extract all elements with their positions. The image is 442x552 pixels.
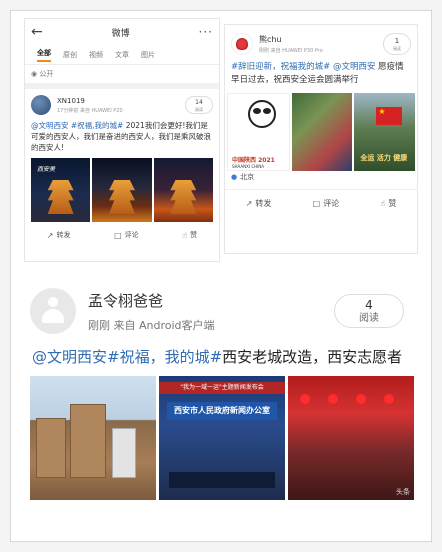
weibo-post-panel: 熊chu 刚刚 来自 HUAWEI P30 Pro 1 阅读 #辞旧迎新，祝福我… (224, 24, 418, 254)
flag-icon (376, 107, 403, 125)
user-name[interactable]: 熊chu (259, 34, 323, 45)
lantern-icon (328, 394, 338, 404)
post-meta: 刚刚 来自 HUAWEI P30 Pro (259, 48, 323, 54)
read-count-badge: 14 阅读 (185, 96, 213, 114)
post-header: 孟令栩爸爸 刚刚 来自 Android客户端 4 阅读 (20, 280, 424, 342)
photo-grid: "我为一域一运"主题新闻发布会 西安市人民政府新闻办公室 头条 (20, 376, 424, 500)
photo-volunteers-hall[interactable]: 头条 (288, 376, 414, 500)
building-shape (70, 404, 106, 478)
thumbs-up-icon: ☝ (182, 230, 188, 240)
lantern-icon (384, 394, 394, 404)
building-shape (36, 418, 66, 478)
location-tag[interactable]: ● 北京 (225, 169, 417, 185)
post-hashtag-link[interactable]: #辞旧迎新，祝福我的城# @文明西安 (231, 62, 375, 72)
tab-image[interactable]: 图片 (141, 50, 155, 60)
tab-all[interactable]: 全部 (37, 48, 51, 62)
like-button[interactable]: ☝ 赞 (182, 230, 197, 240)
lantern-icon (356, 394, 366, 404)
post-hashtag-link[interactable]: @文明西安#祝福，我的城# (32, 348, 222, 366)
avatar[interactable] (231, 33, 253, 55)
press-banner-text: 西安市人民政府新闻办公室 (167, 402, 277, 420)
back-arrow-icon[interactable]: ← (31, 24, 43, 40)
app-header: ← 微博 ··· (25, 19, 219, 45)
post-actions: ↗ 转发 □ 评论 ☝ 赞 (25, 222, 219, 240)
forward-button[interactable]: ↗ 转发 (47, 230, 71, 240)
avatar[interactable] (31, 95, 51, 115)
post-hashtag-link[interactable]: @文明西安 #祝福,我的城# (31, 121, 123, 130)
tower-shape (170, 180, 197, 214)
post-header: XN1019 17分钟前 来自 HUAWEI P20 14 阅读 (25, 89, 219, 117)
user-name[interactable]: 孟令栩爸爸 (88, 290, 215, 311)
avatar[interactable] (30, 288, 76, 334)
default-avatar-icon (42, 297, 64, 325)
comment-icon: □ (312, 199, 321, 208)
post-meta: 17分钟前 来自 HUAWEI P20 (57, 107, 123, 114)
user-name[interactable]: XN1019 (57, 97, 123, 105)
visibility-label: ◉ 公开 (31, 70, 54, 78)
lantern-icon (300, 394, 310, 404)
tower-shape (108, 180, 135, 214)
photo-street-mural[interactable] (291, 93, 353, 171)
photo-grid: 西安美 (25, 156, 219, 222)
divider (225, 189, 417, 190)
photo-games-mascot[interactable]: 中国陕西 2021 SHAANXI CHINA (227, 93, 290, 171)
tower-shape (47, 180, 74, 214)
banner-top-text: "我为一域一运"主题新闻发布会 (159, 382, 285, 394)
photo-city-night[interactable] (153, 158, 213, 222)
weibo-app-panel: ← 微博 ··· 全部 原创 视频 文章 图片 ◉ 公开 XN1019 17分钟… (24, 18, 220, 262)
huawei-logo-icon (236, 38, 248, 50)
filter-tabs: 全部 原创 视频 文章 图片 (25, 45, 219, 65)
comment-button[interactable]: □ 评论 (313, 198, 340, 209)
photo-tower-lights[interactable] (92, 158, 152, 222)
post-text: @文明西安 #祝福,我的城# 2021我们会更好!我们是可爱的西安人，我们是奋进… (31, 121, 211, 152)
building-shape (112, 428, 136, 478)
forward-button[interactable]: ↗ 转发 (246, 198, 272, 209)
tab-video[interactable]: 视频 (89, 50, 103, 60)
post-meta: 刚刚 来自 Android客户端 (88, 318, 215, 332)
photo-grid: 中国陕西 2021 SHAANXI CHINA 全运 活力 健康 (225, 89, 417, 171)
forward-icon: ↗ (245, 199, 253, 208)
like-button[interactable]: ☝ 赞 (380, 198, 396, 209)
comment-icon: □ (114, 230, 122, 240)
read-count-badge: 4 阅读 (334, 294, 404, 328)
forward-icon: ↗ (46, 230, 54, 240)
panda-mascot-icon (248, 100, 276, 128)
tab-article[interactable]: 文章 (115, 50, 129, 60)
location-pin-icon: ● (231, 173, 238, 181)
read-count-badge: 1 阅读 (383, 33, 411, 55)
globe-icon: ◉ (31, 70, 38, 78)
thumbs-up-icon: ☝ (380, 199, 386, 208)
photo-old-city-renovation[interactable] (30, 376, 156, 500)
photo-press-conference[interactable]: "我为一域一运"主题新闻发布会 西安市人民政府新闻办公室 (159, 376, 285, 500)
app-title: 微博 (111, 28, 130, 39)
press-table (169, 472, 275, 488)
comment-button[interactable]: □ 评论 (114, 230, 139, 240)
post-text: @文明西安#祝福，我的城#西安老城改造，西安志愿者 (32, 348, 403, 366)
photo-bell-tower-night[interactable]: 西安美 (31, 158, 91, 222)
tab-original[interactable]: 原创 (63, 50, 77, 60)
post-text: #辞旧迎新，祝福我的城# @文明西安 愿疫情早日过去，祝西安全运会圆满举行 (231, 62, 404, 85)
weibo-post-panel-large: 孟令栩爸爸 刚刚 来自 Android客户端 4 阅读 @文明西安#祝福，我的城… (20, 280, 424, 520)
post-header: 熊chu 刚刚 来自 HUAWEI P30 Pro 1 阅读 (225, 25, 417, 59)
post-actions: ↗ 转发 □ 评论 ☝ 赞 (225, 194, 417, 209)
more-icon[interactable]: ··· (199, 25, 213, 39)
watermark: 头条 (396, 488, 410, 496)
photo-flower-display[interactable]: 全运 活力 健康 (354, 93, 416, 171)
